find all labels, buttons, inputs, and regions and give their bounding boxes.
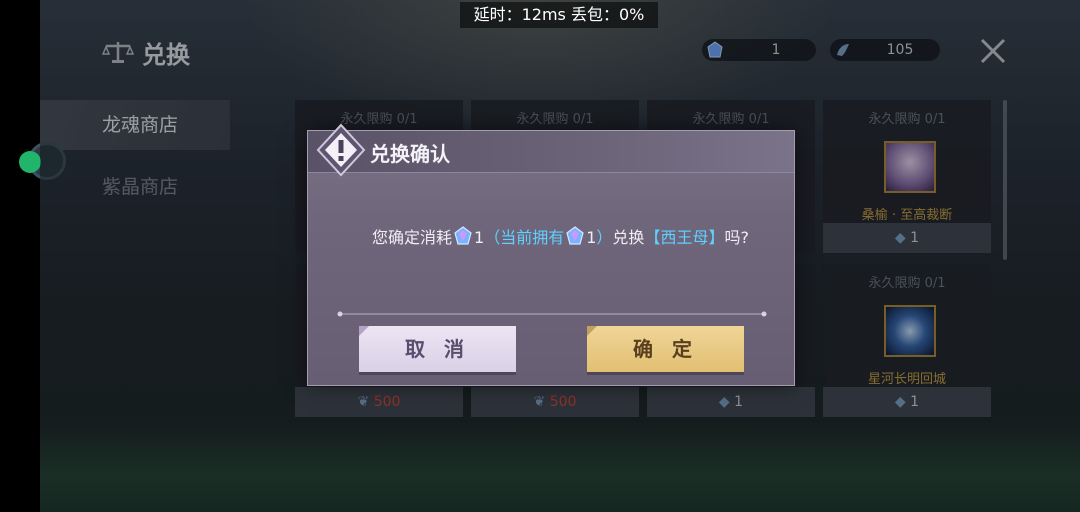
cancel-button[interactable]: 取 消 xyxy=(359,326,516,372)
dialog-header: 兑换确认 xyxy=(308,123,794,177)
exchange-confirm-dialog: 兑换确认 您确定消耗 1（当前拥有 1）兑换【西王母】吗? 取 消 确 定 xyxy=(307,123,795,386)
owned-value: 1 xyxy=(586,228,597,247)
item-name-highlight: 【西王母】 xyxy=(644,228,725,247)
cost-value: 1 xyxy=(474,228,485,247)
crystal-gem-icon xyxy=(566,226,584,245)
dialog-divider xyxy=(337,311,767,317)
latency-indicator: 延时：12ms 丢包：0% xyxy=(460,2,658,28)
confirm-message: 您确定消耗 1（当前拥有 1）兑换【西王母】吗? xyxy=(372,226,749,247)
confirm-button[interactable]: 确 定 xyxy=(587,326,744,372)
warning-icon xyxy=(316,123,366,177)
dialog-title: 兑换确认 xyxy=(370,142,450,166)
crystal-gem-icon xyxy=(454,226,472,245)
